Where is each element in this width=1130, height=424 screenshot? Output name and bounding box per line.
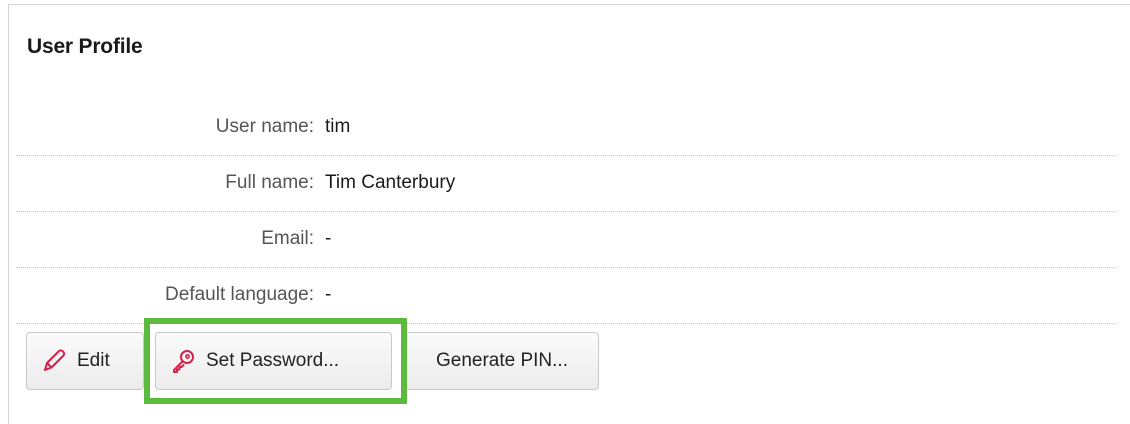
pencil-icon — [41, 348, 67, 374]
key-icon — [170, 348, 196, 374]
panel-title: User Profile — [27, 35, 143, 58]
field-value-default-language: - — [325, 284, 332, 305]
field-label-default-language: Default language: — [165, 284, 314, 305]
edit-button[interactable]: Edit — [26, 332, 144, 390]
field-row-default-language: Default language: - — [16, 268, 1116, 324]
field-value-email: - — [325, 228, 332, 249]
field-row-email: Email: - — [16, 212, 1116, 268]
field-value-user-name: tim — [325, 116, 351, 137]
field-value-full-name: Tim Canterbury — [325, 172, 456, 193]
generate-pin-button[interactable]: Generate PIN... — [405, 332, 599, 390]
field-row-full-name: Full name: Tim Canterbury — [16, 156, 1116, 212]
field-row-user-name: User name: tim — [16, 100, 1116, 156]
generate-pin-button-label: Generate PIN... — [435, 350, 568, 371]
set-password-button-label: Set Password... — [206, 350, 340, 371]
set-password-button[interactable]: Set Password... — [155, 332, 392, 390]
field-label-email: Email: — [261, 228, 314, 249]
edit-button-label: Edit — [77, 350, 110, 371]
field-label-full-name: Full name: — [225, 172, 314, 193]
profile-fields: User name: tim Full name: Tim Canterbury… — [16, 100, 1116, 324]
field-label-user-name: User name: — [215, 116, 314, 137]
